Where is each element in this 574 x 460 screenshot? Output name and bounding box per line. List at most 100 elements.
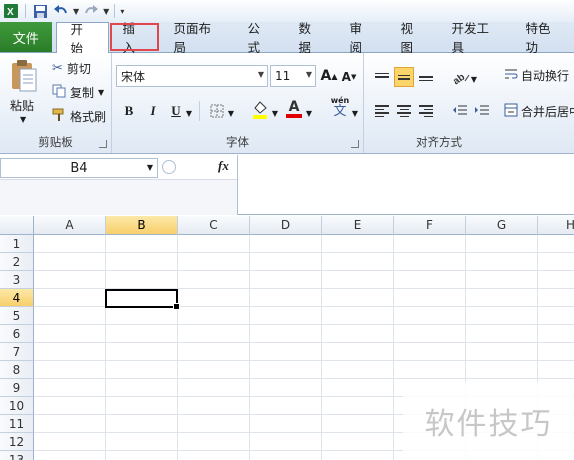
tab-home[interactable]: 开始: [55, 22, 109, 56]
row-header-13[interactable]: 13: [0, 451, 34, 460]
tab-data[interactable]: 数据: [285, 21, 336, 55]
column-header-c[interactable]: C: [178, 216, 250, 235]
row-header-10[interactable]: 10: [0, 397, 34, 415]
grow-arrow-icon: ▲: [331, 71, 338, 81]
redo-icon[interactable]: [82, 2, 100, 20]
paste-dropdown-icon[interactable]: ▼: [20, 115, 26, 124]
grid-line: [34, 270, 574, 271]
alignment-group-label: 对齐方式: [416, 135, 462, 149]
column-header-a[interactable]: A: [34, 216, 106, 235]
column-header-b[interactable]: B: [106, 216, 178, 235]
phonetic-dropdown-icon[interactable]: ▼: [350, 103, 360, 123]
save-icon[interactable]: [31, 2, 49, 20]
grid-line: [34, 252, 574, 253]
svg-text:X: X: [7, 7, 14, 18]
copy-button[interactable]: 复制 ▼: [52, 83, 104, 101]
tab-formulas[interactable]: 公式: [234, 21, 285, 55]
paste-icon[interactable]: [8, 59, 40, 98]
undo-icon[interactable]: [52, 2, 70, 20]
formula-input[interactable]: [237, 155, 574, 215]
cut-button[interactable]: ✂ 剪切: [52, 59, 91, 77]
font-size-dropdown-icon: ▼: [305, 70, 312, 79]
clipboard-launcher-icon[interactable]: [99, 140, 107, 148]
increase-indent-icon[interactable]: [472, 101, 492, 121]
font-color-button[interactable]: A: [284, 99, 304, 119]
grid-line: [321, 235, 322, 460]
copy-icon: [52, 84, 66, 101]
row-header-8[interactable]: 8: [0, 361, 34, 379]
select-all-button[interactable]: [0, 216, 34, 235]
column-header-g[interactable]: G: [466, 216, 538, 235]
decrease-indent-icon[interactable]: [450, 101, 470, 121]
row-header-5[interactable]: 5: [0, 307, 34, 325]
row-header-1[interactable]: 1: [0, 235, 34, 253]
row-header-4[interactable]: 4: [0, 289, 34, 307]
grow-font-button[interactable]: A ▲: [320, 66, 338, 86]
underline-dropdown-icon[interactable]: ▼: [184, 103, 194, 123]
row-header-3[interactable]: 3: [0, 271, 34, 289]
grow-font-letter: A: [320, 68, 332, 84]
shrink-font-button[interactable]: A ▼: [340, 67, 358, 87]
row-header-7[interactable]: 7: [0, 343, 34, 361]
align-top-icon[interactable]: [372, 67, 392, 87]
align-bottom-icon[interactable]: [416, 67, 436, 87]
row-header-11[interactable]: 11: [0, 415, 34, 433]
borders-dropdown-icon[interactable]: ▼: [226, 103, 236, 123]
font-launcher-icon[interactable]: [351, 140, 359, 148]
insert-function-icon[interactable]: fx: [218, 158, 229, 174]
copy-dropdown-icon[interactable]: ▼: [98, 88, 104, 97]
tab-view[interactable]: 视图: [387, 21, 438, 55]
wrap-text-label: 自动换行: [521, 68, 570, 83]
format-painter-button[interactable]: 格式刷: [52, 107, 106, 125]
font-color-swatch: [286, 114, 302, 118]
bold-button[interactable]: B: [120, 101, 138, 121]
formula-splitter-icon[interactable]: [162, 160, 176, 174]
grid-line: [393, 235, 394, 460]
tab-page-layout[interactable]: 页面布局: [160, 21, 234, 55]
font-color-letter: A: [288, 99, 300, 115]
name-box-dropdown-icon[interactable]: ▼: [147, 163, 153, 172]
ribbon-tabs: 文件 开始 插入 页面布局 公式 数据 审阅 视图 开发工具 特色功: [0, 21, 574, 56]
column-header-e[interactable]: E: [322, 216, 394, 235]
italic-button[interactable]: I: [144, 101, 162, 121]
font-size-value: 11: [275, 69, 291, 83]
align-center-icon[interactable]: [394, 101, 414, 121]
column-header-f[interactable]: F: [394, 216, 466, 235]
redo-dropdown-icon[interactable]: ▼: [103, 7, 109, 16]
orientation-dropdown-icon[interactable]: ▼: [470, 69, 478, 89]
column-header-d[interactable]: D: [250, 216, 322, 235]
paste-button[interactable]: 粘贴: [10, 97, 34, 114]
clipboard-group-label: 剪贴板: [38, 135, 73, 149]
column-header-h[interactable]: H: [538, 216, 574, 235]
merge-center-button[interactable]: 合并后居中: [504, 101, 574, 121]
underline-button[interactable]: U: [168, 101, 184, 121]
font-name-select[interactable]: 宋体 ▼: [116, 65, 268, 87]
align-right-icon[interactable]: [416, 101, 436, 121]
name-box-value: B4: [70, 160, 88, 176]
undo-dropdown-icon[interactable]: ▼: [73, 7, 79, 16]
merge-center-icon: [504, 103, 518, 120]
tab-insert[interactable]: 插入: [109, 21, 160, 55]
borders-icon[interactable]: [208, 101, 226, 121]
row-header-2[interactable]: 2: [0, 253, 34, 271]
tab-featured[interactable]: 特色功: [512, 21, 574, 55]
row-header-6[interactable]: 6: [0, 325, 34, 343]
font-size-select[interactable]: 11 ▼: [270, 65, 316, 87]
font-color-dropdown-icon[interactable]: ▼: [304, 103, 314, 123]
row-header-12[interactable]: 12: [0, 433, 34, 451]
name-box[interactable]: B4 ▼: [0, 158, 158, 178]
row-header-9[interactable]: 9: [0, 379, 34, 397]
scissors-icon: ✂: [52, 60, 63, 76]
align-left-icon[interactable]: [372, 101, 392, 121]
tab-developer[interactable]: 开发工具: [438, 21, 512, 55]
active-cell-b4[interactable]: [105, 289, 180, 310]
align-middle-icon[interactable]: [394, 67, 414, 87]
wrap-text-button[interactable]: 自动换行: [504, 65, 574, 85]
fill-color-dropdown-icon[interactable]: ▼: [270, 103, 280, 123]
tab-file[interactable]: 文件: [0, 22, 52, 52]
customize-icon[interactable]: ▾: [120, 7, 124, 16]
fill-color-icon[interactable]: [250, 99, 270, 119]
orientation-icon[interactable]: ab: [450, 67, 472, 87]
font-group: 宋体 ▼ 11 ▼ A ▲ A ▼ B I U ▼ ▼ ▼ A ▼ wén 文 …: [112, 53, 364, 153]
tab-review[interactable]: 审阅: [336, 21, 387, 55]
